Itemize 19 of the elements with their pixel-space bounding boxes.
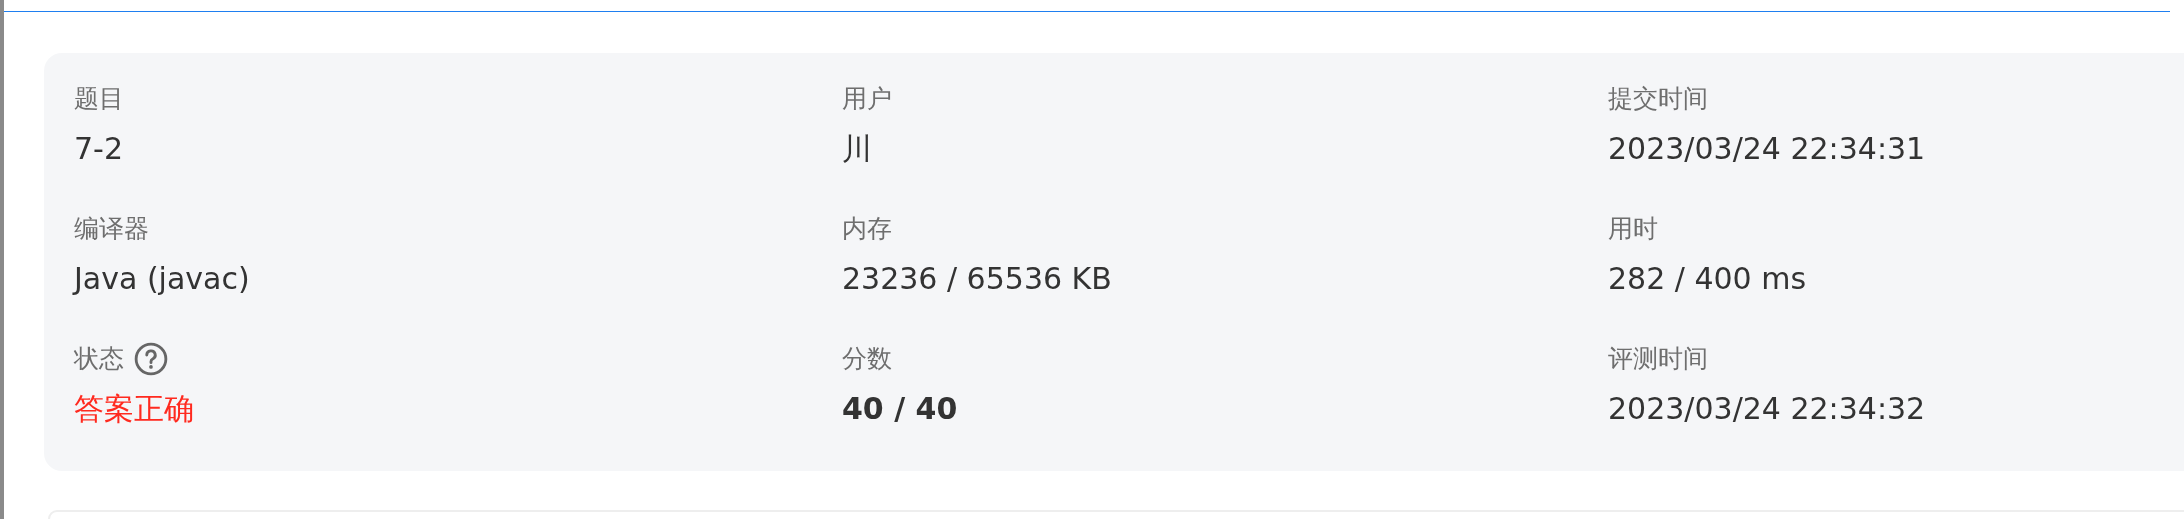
field-label: 提交时间 [1608,83,1708,116]
field-value: 7-2 [74,130,123,169]
field-value: 282 / 400 ms [1608,260,1807,299]
field-label: 编译器 [74,213,149,246]
help-icon[interactable] [134,342,168,377]
field-value: 23236 / 65536 KB [842,260,1112,299]
field-label: 分数 [842,343,892,376]
field-value: 40 / 40 [842,390,958,429]
field-value: Java (javac) [74,260,250,299]
field-label: 用户 [842,83,892,116]
field-value: 川 [842,130,872,169]
field-label: 题目 [74,83,124,116]
field-value: 2023/03/24 22:34:31 [1608,130,1926,169]
field-label: 用时 [1608,213,1658,246]
field-label: 状态 [74,343,124,376]
field-label: 评测时间 [1608,343,1708,376]
status-value: 答案正确 [74,390,194,429]
field-value: 2023/03/24 22:34:32 [1608,390,1926,429]
field-label: 内存 [842,213,892,246]
